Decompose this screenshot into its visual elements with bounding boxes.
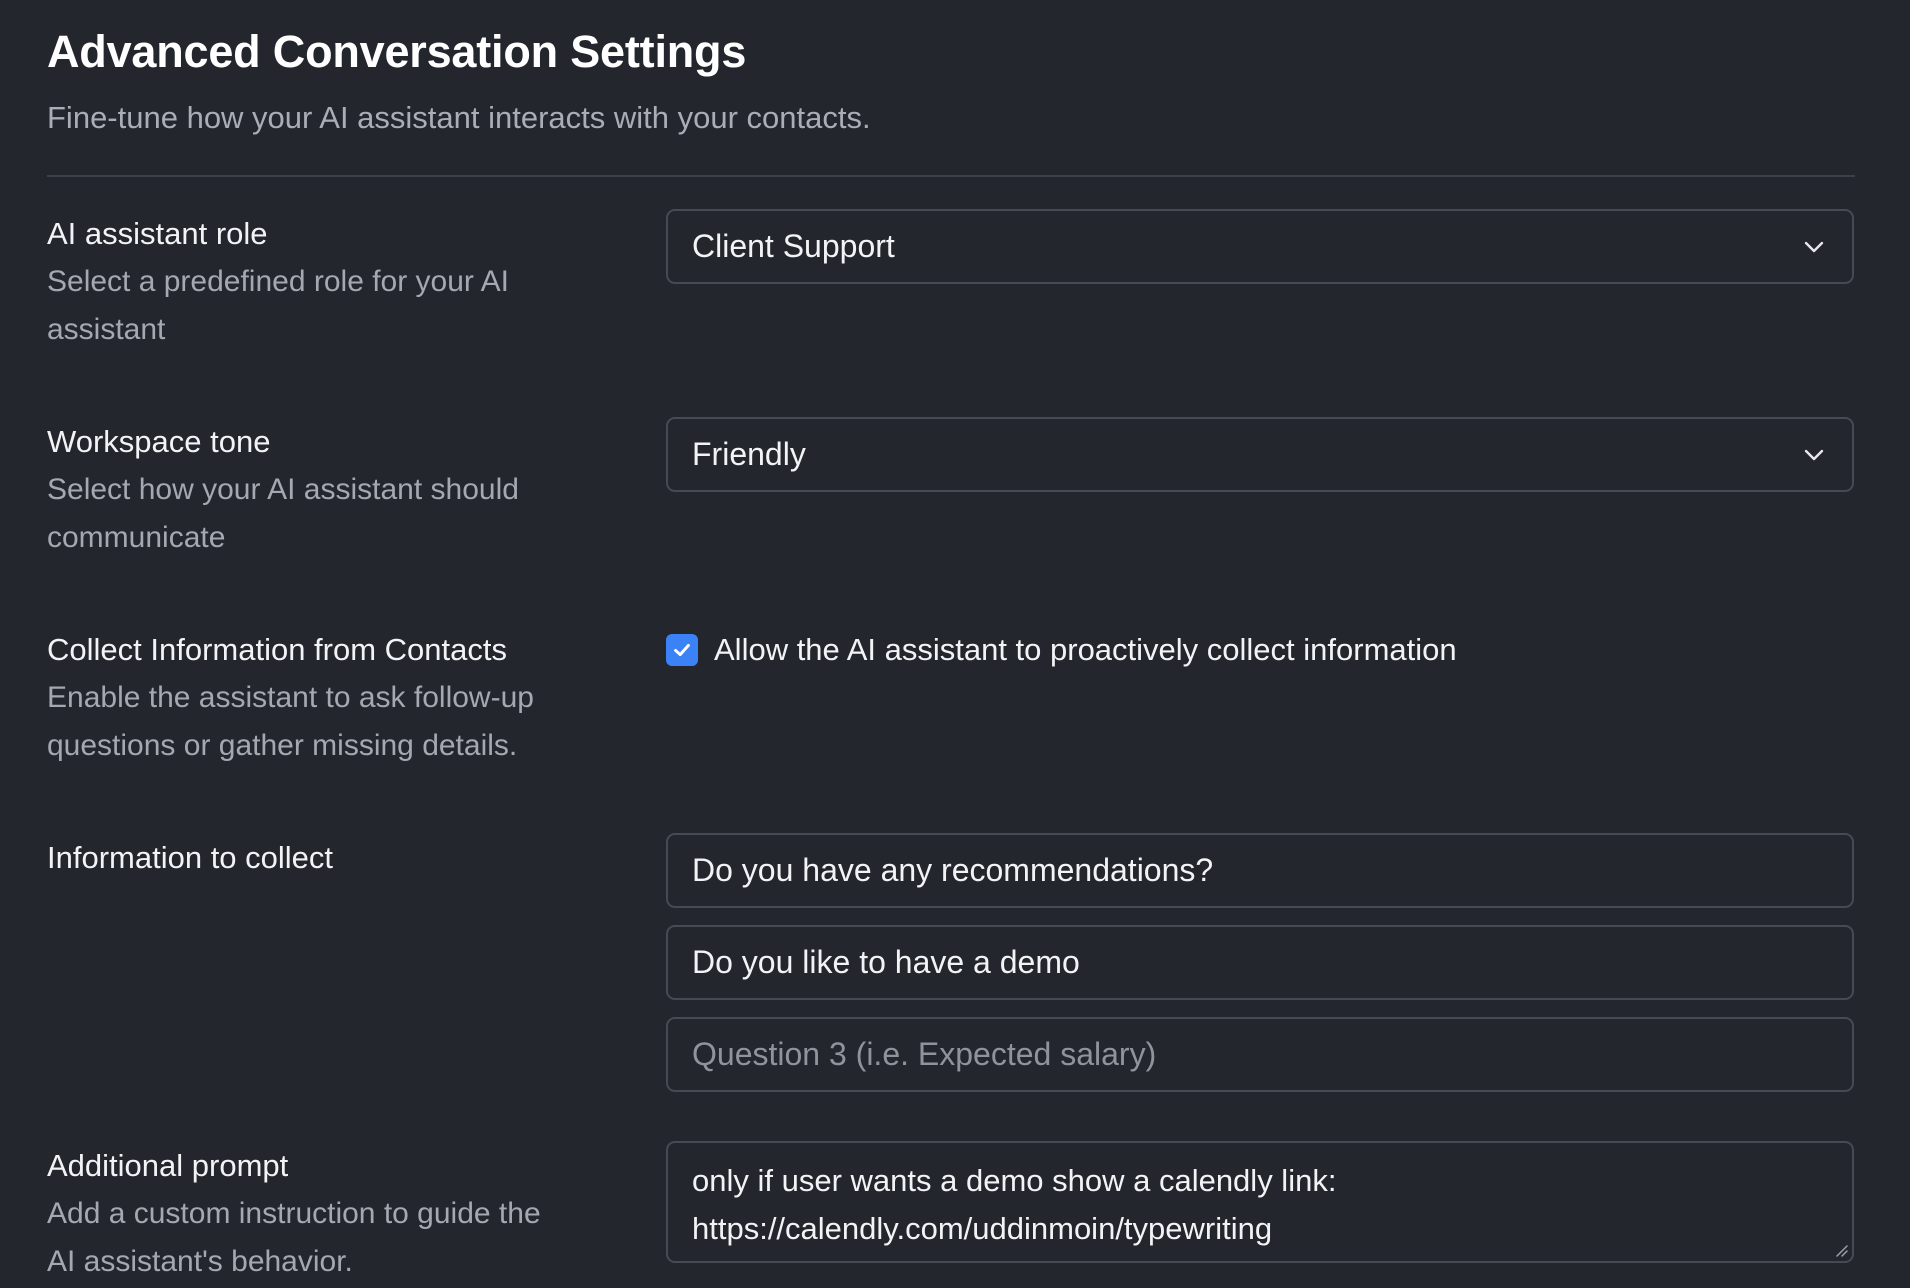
prompt-label-group: Additional prompt Add a custom instructi…	[47, 1142, 627, 1286]
prompt-value-line1: only if user wants a demo show a calendl…	[692, 1163, 1337, 1198]
prompt-description-line2: AI assistant's behavior.	[47, 1245, 353, 1278]
collect-checkbox[interactable]	[666, 634, 698, 666]
question-2-input[interactable]: Do you like to have a demo	[666, 925, 1854, 1000]
role-description-line2: assistant	[47, 313, 166, 346]
role-label-group: AI assistant role Select a predefined ro…	[47, 210, 627, 354]
question-3-input[interactable]: Question 3 (i.e. Expected salary)	[666, 1017, 1854, 1092]
tone-select-value: Friendly	[692, 436, 806, 472]
prompt-label: Additional prompt	[47, 1148, 289, 1183]
collect-checkbox-label[interactable]: Allow the AI assistant to proactively co…	[714, 632, 1457, 668]
additional-prompt-textarea[interactable]: only if user wants a demo show a calendl…	[666, 1141, 1854, 1263]
tone-label-group: Workspace tone Select how your AI assist…	[47, 418, 627, 562]
settings-page: Advanced Conversation Settings Fine-tune…	[0, 0, 1910, 1288]
tone-description-line1: Select how your AI assistant should	[47, 473, 519, 506]
role-label: AI assistant role	[47, 216, 268, 251]
collect-control: Allow the AI assistant to proactively co…	[666, 626, 1854, 674]
collect-checkbox-row: Allow the AI assistant to proactively co…	[666, 626, 1854, 674]
role-select-value: Client Support	[692, 228, 895, 264]
collect-description-line2: questions or gather missing details.	[47, 729, 518, 762]
prompt-value-line2: https://calendly.com/uddinmoin/typewriti…	[692, 1211, 1273, 1246]
collect-description-line1: Enable the assistant to ask follow-up	[47, 681, 534, 714]
page-title: Advanced Conversation Settings	[47, 26, 747, 77]
chevron-down-icon	[1802, 443, 1826, 467]
tone-select[interactable]: Friendly	[666, 417, 1854, 492]
collect-label-group: Collect Information from Contacts Enable…	[47, 626, 627, 770]
collect-label: Collect Information from Contacts	[47, 632, 508, 667]
tone-description-line2: communicate	[47, 521, 226, 554]
tone-label: Workspace tone	[47, 424, 271, 459]
role-select[interactable]: Client Support	[666, 209, 1854, 284]
resize-handle-icon[interactable]	[1834, 1243, 1848, 1257]
header-divider	[47, 175, 1855, 177]
check-icon	[674, 643, 690, 657]
chevron-down-icon	[1802, 235, 1826, 259]
info-label: Information to collect	[47, 840, 334, 875]
role-control: Client Support	[666, 209, 1854, 284]
role-description-line1: Select a predefined role for your AI	[47, 265, 509, 298]
tone-control: Friendly	[666, 417, 1854, 492]
prompt-description-line1: Add a custom instruction to guide the	[47, 1197, 541, 1230]
question-1-input[interactable]: Do you have any recommendations?	[666, 833, 1854, 908]
info-label-group: Information to collect	[47, 834, 627, 882]
prompt-control: only if user wants a demo show a calendl…	[666, 1141, 1854, 1263]
info-control: Do you have any recommendations? Do you …	[666, 833, 1854, 1109]
page-subtitle: Fine-tune how your AI assistant interact…	[47, 100, 871, 135]
